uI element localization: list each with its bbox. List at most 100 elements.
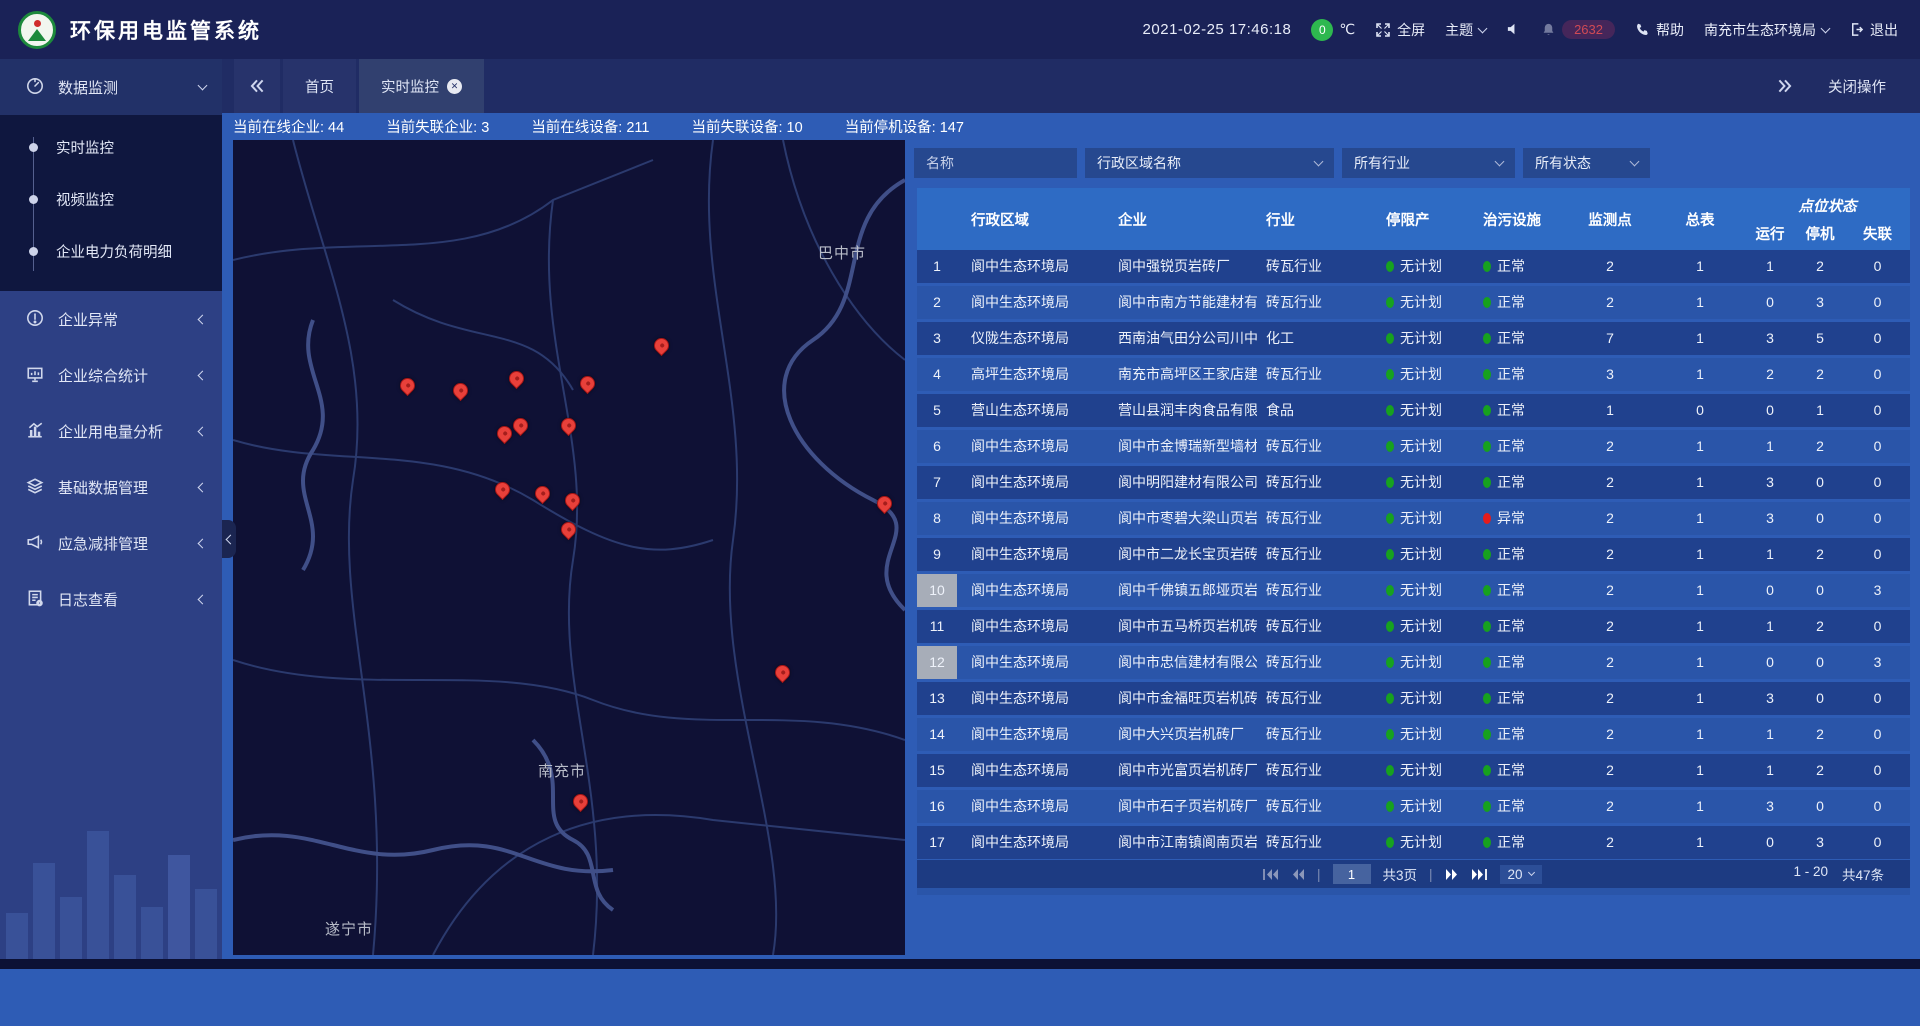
table-row[interactable]: 5营山生态环境局营山县润丰肉食品有限食品无计划正常10010 — [917, 394, 1910, 427]
cell-total-count: 1 — [1655, 322, 1745, 355]
next-page-button[interactable] — [1445, 868, 1459, 881]
map-marker-pin[interactable] — [510, 415, 531, 436]
sidebar-item-企业异常[interactable]: 企业异常 — [0, 291, 222, 347]
sidebar-collapse-handle[interactable] — [222, 520, 236, 558]
gauge-icon — [26, 77, 46, 97]
sidebar-item-视频监控[interactable]: 视频监控 — [0, 173, 222, 225]
sidebar-item-企业用电量分析[interactable]: 企业用电量分析 — [0, 403, 222, 459]
cell-total-count: 1 — [1655, 718, 1745, 751]
sidebar-item-实时监控[interactable]: 实时监控 — [0, 121, 222, 173]
page-number-input[interactable] — [1333, 864, 1371, 884]
cell-total-count: 1 — [1655, 610, 1745, 643]
fullscreen-button[interactable]: 全屏 — [1375, 20, 1425, 40]
tab-close-icon[interactable]: ✕ — [447, 79, 462, 94]
last-page-button[interactable] — [1471, 868, 1488, 881]
cell-region: 阆中生态环境局 — [957, 250, 1107, 283]
cell-monitor-count: 2 — [1565, 682, 1655, 715]
stat-item: 当前失联企业: 3 — [386, 116, 489, 137]
sidebar-item-应急减排管理[interactable]: 应急减排管理 — [0, 515, 222, 571]
table-row[interactable]: 3仪陇生态环境局西南油气田分公司川中化工无计划正常71350 — [917, 322, 1910, 355]
temperature-badge: 0 — [1311, 19, 1333, 41]
status-dot-icon — [1483, 693, 1491, 704]
cell-production-status: 无计划 — [1379, 682, 1475, 715]
map-marker-pin[interactable] — [772, 662, 793, 683]
close-operations-button[interactable]: 关闭操作 — [1828, 76, 1886, 97]
exit-button[interactable]: 退出 — [1849, 20, 1898, 40]
enterprise-table: 行政区域 企业 行业 停限产 治污设施 监测点 总表 点位状态 运行 停机 失联… — [917, 188, 1910, 1026]
region-select[interactable]: 行政区域名称 — [1085, 148, 1334, 178]
status-select[interactable]: 所有状态 — [1523, 148, 1650, 178]
sidebar-item-基础数据管理[interactable]: 基础数据管理 — [0, 459, 222, 515]
map-marker-pin[interactable] — [570, 791, 591, 812]
org-dropdown[interactable]: 南充市生态环境局 — [1704, 20, 1829, 40]
first-page-button[interactable] — [1262, 868, 1279, 881]
cell-stop-count: 2 — [1795, 538, 1845, 571]
table-row[interactable]: 1阆中生态环境局阆中强锐页岩砖厂砖瓦行业无计划正常21120 — [917, 250, 1910, 283]
map-marker-pin[interactable] — [532, 483, 553, 504]
table-row[interactable]: 4高坪生态环境局南充市高坪区王家店建砖瓦行业无计划正常31220 — [917, 358, 1910, 391]
cell-region: 阆中生态环境局 — [957, 502, 1107, 535]
cell-monitor-count: 1 — [1565, 394, 1655, 427]
double-right-arrow-icon[interactable] — [1776, 77, 1794, 95]
sidebar-item-数据监测[interactable]: 数据监测 — [0, 59, 222, 115]
sidebar-item-企业电力负荷明细[interactable]: 企业电力负荷明细 — [0, 225, 222, 277]
table-row[interactable]: 16阆中生态环境局阆中市石子页岩机砖厂砖瓦行业无计划正常21300 — [917, 790, 1910, 823]
cell-run-count: 3 — [1745, 502, 1795, 535]
chevron-left-icon — [198, 482, 208, 492]
theme-dropdown[interactable]: 主题 — [1445, 20, 1486, 40]
sound-button[interactable] — [1506, 22, 1521, 37]
table-row[interactable]: 14阆中生态环境局阆中大兴页岩机砖厂砖瓦行业无计划正常21120 — [917, 718, 1910, 751]
tabs-scroll-left-button[interactable] — [234, 59, 280, 113]
table-row[interactable]: 2阆中生态环境局阆中市南方节能建材有砖瓦行业无计划正常21030 — [917, 286, 1910, 319]
cell-run-count: 0 — [1745, 826, 1795, 859]
map-marker-pin[interactable] — [492, 479, 513, 500]
cell-run-count: 3 — [1745, 322, 1795, 355]
status-dot-icon — [1483, 585, 1491, 596]
status-dot-icon — [1483, 801, 1491, 812]
pagination-bar: | 共3页 | 20 1 - 20 共47条 — [917, 860, 1910, 888]
cell-facility-status: 正常 — [1475, 754, 1565, 787]
cell-company: 阆中市枣碧大梁山页岩 — [1107, 502, 1257, 535]
page-size-select[interactable]: 20 — [1500, 865, 1542, 884]
table-row[interactable]: 9阆中生态环境局阆中市二龙长宝页岩砖砖瓦行业无计划正常21120 — [917, 538, 1910, 571]
map-marker-pin[interactable] — [651, 335, 672, 356]
sidebar-item-企业综合统计[interactable]: 企业综合统计 — [0, 347, 222, 403]
map-marker-pin[interactable] — [450, 380, 471, 401]
notification-count-badge: 2632 — [1562, 20, 1615, 39]
map-marker-pin[interactable] — [562, 490, 583, 511]
help-button[interactable]: 帮助 — [1635, 20, 1684, 40]
tab-实时监控[interactable]: 实时监控✕ — [359, 59, 484, 113]
map-marker-pin[interactable] — [506, 368, 527, 389]
sidebar-item-日志查看[interactable]: 日志查看 — [0, 571, 222, 627]
chevron-left-icon — [226, 534, 236, 544]
cell-industry: 砖瓦行业 — [1257, 610, 1379, 643]
table-row[interactable]: 8阆中生态环境局阆中市枣碧大梁山页岩砖瓦行业无计划异常21300 — [917, 502, 1910, 535]
table-row[interactable]: 12阆中生态环境局阆中市忠信建材有限公砖瓦行业无计划正常21003 — [917, 646, 1910, 679]
map-marker-pin[interactable] — [874, 493, 895, 514]
table-row[interactable]: 15阆中生态环境局阆中市光富页岩机砖厂砖瓦行业无计划正常21120 — [917, 754, 1910, 787]
map-panel[interactable]: 巴中市南充市遂宁市 — [233, 140, 905, 955]
map-marker-pin[interactable] — [558, 519, 579, 540]
sidebar-subitem-label: 视频监控 — [56, 189, 114, 210]
stat-item: 当前失联设备: 10 — [692, 116, 803, 137]
map-marker-pin[interactable] — [397, 375, 418, 396]
table-row[interactable]: 10阆中生态环境局阆中千佛镇五郎垭页岩砖瓦行业无计划正常21003 — [917, 574, 1910, 607]
cell-production-status: 无计划 — [1379, 646, 1475, 679]
skyline-decoration — [0, 759, 222, 959]
table-row[interactable]: 17阆中生态环境局阆中市江南镇阆南页岩砖瓦行业无计划正常21030 — [917, 826, 1910, 859]
tab-首页[interactable]: 首页 — [283, 59, 356, 113]
table-row[interactable]: 13阆中生态环境局阆中市金福旺页岩机砖砖瓦行业无计划正常21300 — [917, 682, 1910, 715]
notifications[interactable]: 2632 — [1541, 20, 1615, 39]
datetime-label: 2021-02-25 17:46:18 — [1143, 21, 1292, 38]
row-index-cell: 3 — [917, 322, 957, 355]
map-marker-pin[interactable] — [577, 373, 598, 394]
cell-monitor-count: 2 — [1565, 826, 1655, 859]
table-row[interactable]: 6阆中生态环境局阆中市金博瑞新型墙材砖瓦行业无计划正常21120 — [917, 430, 1910, 463]
table-row[interactable]: 7阆中生态环境局阆中明阳建材有限公司砖瓦行业无计划正常21300 — [917, 466, 1910, 499]
industry-select[interactable]: 所有行业 — [1342, 148, 1515, 178]
previous-page-button[interactable] — [1291, 868, 1305, 881]
col-industry: 行业 — [1257, 188, 1379, 250]
table-row[interactable]: 11阆中生态环境局阆中市五马桥页岩机砖砖瓦行业无计划正常21120 — [917, 610, 1910, 643]
name-search-input[interactable] — [914, 148, 1077, 178]
map-marker-pin[interactable] — [558, 415, 579, 436]
